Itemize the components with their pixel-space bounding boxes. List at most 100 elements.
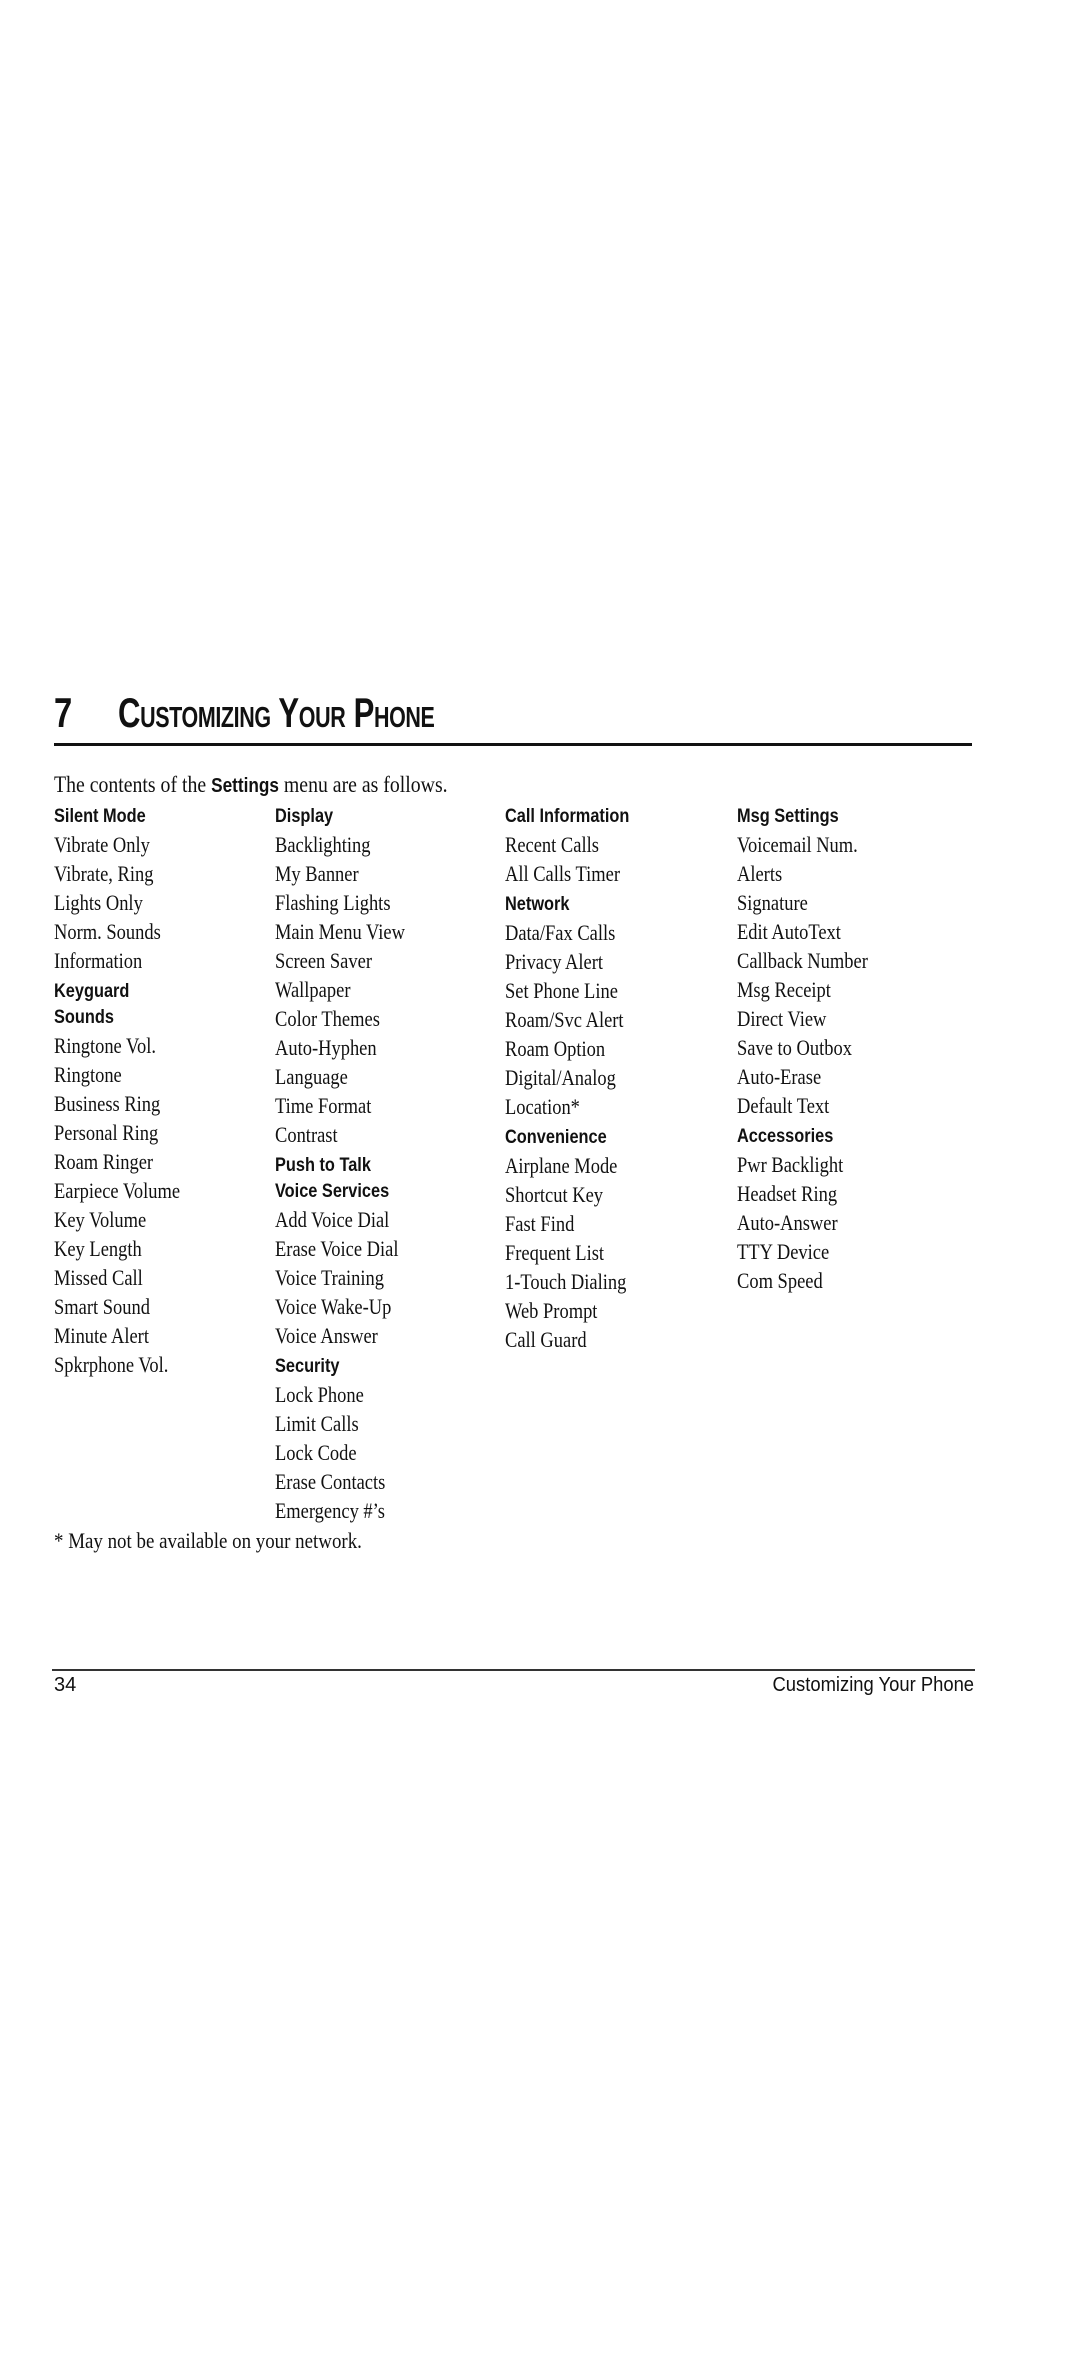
intro-text-before: The contents of the xyxy=(54,772,212,797)
settings-group-heading: Msg Settings xyxy=(737,806,839,827)
footnote: * May not be available on your network. xyxy=(54,1528,362,1553)
settings-menu-item: Norm. Sounds xyxy=(54,919,161,944)
settings-menu-item: Ringtone xyxy=(54,1062,122,1087)
settings-menu-item: Shortcut Key xyxy=(505,1182,604,1207)
settings-menu-item: Add Voice Dial xyxy=(275,1207,390,1232)
settings-group: Silent Mode Vibrate Only Vibrate, Ring Ligh… xyxy=(54,804,274,975)
manual-page: 7 Customizing Your Phone The contents of… xyxy=(0,0,1080,2376)
settings-menu-item: Language xyxy=(275,1064,348,1089)
settings-menu-item: Voice Training xyxy=(275,1265,385,1290)
settings-column-1: Silent Mode Vibrate Only Vibrate, Ring Ligh… xyxy=(54,804,274,1379)
settings-group-heading: Keyguard xyxy=(54,981,130,1002)
settings-menu-item: Missed Call xyxy=(54,1265,143,1290)
settings-menu-item: Business Ring xyxy=(54,1091,161,1116)
footer-rule xyxy=(52,1669,975,1671)
settings-menu-item: Voice Wake-Up xyxy=(275,1294,392,1319)
settings-menu-item: Recent Calls xyxy=(505,832,599,857)
settings-menu-item: Digital/Analog xyxy=(505,1065,616,1090)
settings-menu-item: Wallpaper xyxy=(275,977,351,1002)
settings-group-heading: Silent Mode xyxy=(54,806,146,827)
settings-menu-item: Msg Receipt xyxy=(737,977,831,1002)
page-number: 34 xyxy=(54,1674,77,1696)
settings-menu-item: Lock Code xyxy=(275,1440,357,1465)
intro-settings-emphasis: Settings xyxy=(211,775,279,797)
settings-menu-item: Spkrphone Vol. xyxy=(54,1352,169,1377)
settings-group-heading: Security xyxy=(275,1356,340,1377)
settings-menu-item: Color Themes xyxy=(275,1006,380,1031)
settings-menu-item: Erase Voice Dial xyxy=(275,1236,399,1261)
settings-group: Display Backlighting My Banner Flashing Lig… xyxy=(275,804,495,1149)
settings-menu-item: Earpiece Volume xyxy=(54,1178,181,1203)
running-footer-title: Customizing Your Phone xyxy=(772,1674,974,1696)
settings-menu-item: Com Speed xyxy=(737,1268,823,1293)
intro-paragraph: The contents of the Settings menu are as… xyxy=(54,770,448,801)
settings-menu-item: Key Volume xyxy=(54,1207,147,1232)
settings-menu-item: Airplane Mode xyxy=(505,1153,618,1178)
settings-group-heading: Display xyxy=(275,806,334,827)
settings-group: Security Lock Phone Limit Calls Lock Code Er… xyxy=(275,1354,495,1525)
settings-group: Msg Settings Voicemail Num. Alerts Signatur… xyxy=(737,804,957,1120)
settings-group-heading: Voice Services xyxy=(275,1181,390,1202)
settings-menu-item: Edit AutoText xyxy=(737,919,841,944)
settings-menu-item: Signature xyxy=(737,890,808,915)
intro-text-after: menu are as follows. xyxy=(278,772,448,797)
settings-menu-item: Roam Option xyxy=(505,1036,606,1061)
settings-menu-item: Privacy Alert xyxy=(505,949,604,974)
settings-menu-item: Default Text xyxy=(737,1093,830,1118)
settings-menu-item: Time Format xyxy=(275,1093,372,1118)
settings-group: Accessories Pwr Backlight Headset Ring Auto… xyxy=(737,1124,957,1295)
settings-menu-item: Set Phone Line xyxy=(505,978,618,1003)
settings-menu-item: Flashing Lights xyxy=(275,890,391,915)
settings-menu-item: Callback Number xyxy=(737,948,868,973)
settings-group-heading: Call Information xyxy=(505,806,630,827)
settings-menu-item: Erase Contacts xyxy=(275,1469,386,1494)
settings-group-heading: Accessories xyxy=(737,1126,834,1147)
settings-menu-item: Vibrate Only xyxy=(54,832,150,857)
settings-group-heading: Push to Talk xyxy=(275,1155,371,1176)
settings-menu-item: Emergency #’s xyxy=(275,1498,386,1523)
settings-menu-item: Lock Phone xyxy=(275,1382,364,1407)
chapter-number: 7 xyxy=(54,689,73,736)
settings-menu-item: Lights Only xyxy=(54,890,143,915)
settings-menu-item: Minute Alert xyxy=(54,1323,149,1348)
settings-menu-item: Data/Fax Calls xyxy=(505,920,616,945)
settings-menu-item: Auto-Hyphen xyxy=(275,1035,377,1060)
settings-menu-item: Frequent List xyxy=(505,1240,605,1265)
chapter-title: Customizing Your Phone xyxy=(118,689,435,736)
settings-menu-item: Smart Sound xyxy=(54,1294,151,1319)
settings-group: Network Data/Fax Calls Privacy Alert Set Ph… xyxy=(505,892,725,1121)
settings-menu-item: My Banner xyxy=(275,861,359,886)
settings-group-heading: Convenience xyxy=(505,1127,607,1148)
settings-menu-item: Backlighting xyxy=(275,832,371,857)
settings-group: Call Information Recent Calls All Calls Ti… xyxy=(505,804,725,888)
settings-menu-item: Location* xyxy=(505,1094,580,1119)
settings-menu-item: Web Prompt xyxy=(505,1298,598,1323)
settings-menu-item: Main Menu View xyxy=(275,919,405,944)
settings-menu-item: Pwr Backlight xyxy=(737,1152,844,1177)
settings-menu-item: TTY Device xyxy=(737,1239,830,1264)
header-rule xyxy=(54,743,972,746)
settings-menu-item: Key Length xyxy=(54,1236,142,1261)
settings-menu-item: Information xyxy=(54,948,143,973)
settings-menu-item: Ringtone Vol. xyxy=(54,1033,157,1058)
settings-menu-item: Auto-Erase xyxy=(737,1064,822,1089)
settings-menu-item: Screen Saver xyxy=(275,948,372,973)
settings-menu-item: Call Guard xyxy=(505,1327,587,1352)
settings-column-4: Msg Settings Voicemail Num. Alerts Signatur… xyxy=(737,804,957,1295)
settings-menu-item: Voicemail Num. xyxy=(737,832,858,857)
settings-menu-item: Headset Ring xyxy=(737,1181,838,1206)
settings-menu-item: Vibrate, Ring xyxy=(54,861,154,886)
settings-menu-item: All Calls Timer xyxy=(505,861,621,886)
settings-column-2: Display Backlighting My Banner Flashing Lig… xyxy=(275,804,495,1525)
settings-menu-item: Alerts xyxy=(737,861,783,886)
settings-group: Keyguard Sounds Ringtone Vol. Ringtone Busin… xyxy=(54,979,274,1379)
settings-menu-item: Personal Ring xyxy=(54,1120,159,1145)
settings-menu-item: Roam/Svc Alert xyxy=(505,1007,624,1032)
settings-menu-item: Fast Find xyxy=(505,1211,575,1236)
settings-group-heading: Sounds xyxy=(54,1007,114,1028)
settings-menu-item: Auto-Answer xyxy=(737,1210,838,1235)
settings-menu-item: Contrast xyxy=(275,1122,338,1147)
settings-menu-item: Roam Ringer xyxy=(54,1149,154,1174)
settings-menu-item: Direct View xyxy=(737,1006,827,1031)
settings-group-heading: Network xyxy=(505,894,570,915)
